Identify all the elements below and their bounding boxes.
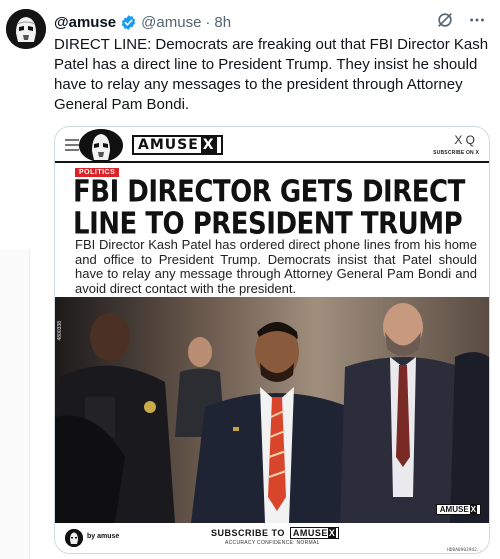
tweet-text: DIRECT LINE: Democrats are freaking out … [54,36,489,113]
footer-confidence: ACCURACY CONFIDENCE: NORMAL [225,540,320,546]
timestamp[interactable]: 8h [214,14,231,31]
news-photo: 4800338 AMUSE X [55,297,489,523]
more-icon[interactable] [468,11,486,29]
media-brand-logo: AMUSE X [132,135,223,155]
display-name[interactable]: @amuse [54,14,116,31]
stormtrooper-logo-icon [79,129,123,162]
media-subtext: FBI Director Kash Patel has ordered dire… [75,237,477,296]
footer-byline: by amuse [87,533,120,540]
footer-subscribe: SUBSCRIBE TO AMUSEX [211,527,340,539]
media-topbar: AMUSE X X Q SUBSCRIBE ON X [55,127,489,163]
media-headline: FBI DIRECTOR GETS DIRECT LINE TO PRESIDE… [73,174,465,242]
separator-dot: · [205,13,211,31]
footer-avatar-icon [65,529,83,547]
handle[interactable]: @amuse [141,14,201,31]
grok-icon[interactable] [436,11,454,29]
verified-badge-icon [120,14,137,31]
tweet-media-image[interactable]: AMUSE X X Q SUBSCRIBE ON X POLITICS FBI D… [54,126,490,554]
media-subscribe-small: SUBSCRIBE ON X [433,150,479,156]
footer-code: HDBA0903942... [447,548,485,553]
media-top-icons: X Q [454,133,475,147]
tweet-header: @amuse @amuse · 8h [54,11,486,33]
photo-id: 4800338 [57,321,63,341]
hamburger-icon [65,139,79,154]
profile-avatar[interactable] [6,9,46,49]
left-column-edge [0,250,30,559]
photo-watermark: AMUSE X [435,504,481,515]
media-footer: by amuse SUBSCRIBE TO AMUSEX ACCURACY CO… [55,523,489,553]
